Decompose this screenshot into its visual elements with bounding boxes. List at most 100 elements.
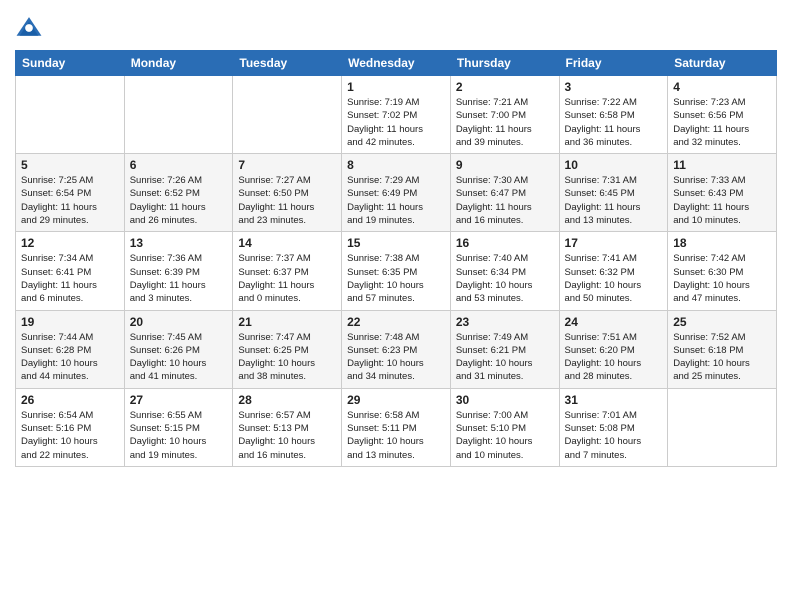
calendar-day-cell: 6Sunrise: 7:26 AM Sunset: 6:52 PM Daylig… bbox=[124, 154, 233, 232]
calendar-day-cell bbox=[16, 76, 125, 154]
calendar-day-cell: 16Sunrise: 7:40 AM Sunset: 6:34 PM Dayli… bbox=[450, 232, 559, 310]
day-number: 24 bbox=[565, 315, 663, 329]
day-number: 1 bbox=[347, 80, 445, 94]
day-info: Sunrise: 7:37 AM Sunset: 6:37 PM Dayligh… bbox=[238, 252, 336, 305]
calendar-day-cell: 22 Sunrise: 7:48 AM Sunset: 6:23 PM Dayli… bbox=[342, 310, 451, 388]
day-number: 14 bbox=[238, 236, 336, 250]
day-number: 27 bbox=[130, 393, 228, 407]
weekday-header-sunday: Sunday bbox=[16, 51, 125, 76]
day-number: 25 bbox=[673, 315, 771, 329]
calendar-day-cell: 28Sunrise: 6:57 AM Sunset: 5:13 PM Dayli… bbox=[233, 388, 342, 466]
day-info: Sunrise: 7:49 AM Sunset: 6:21 PM Dayligh… bbox=[456, 331, 554, 384]
calendar-day-cell: 3 Sunrise: 7:22 AM Sunset: 6:58 PM Daylig… bbox=[559, 76, 668, 154]
day-info: Sunrise: 7:33 AM Sunset: 6:43 PM Dayligh… bbox=[673, 174, 771, 227]
calendar-day-cell: 8 Sunrise: 7:29 AM Sunset: 6:49 PM Daylig… bbox=[342, 154, 451, 232]
day-number: 8 bbox=[347, 158, 445, 172]
weekday-header-monday: Monday bbox=[124, 51, 233, 76]
day-number: 15 bbox=[347, 236, 445, 250]
weekday-header-friday: Friday bbox=[559, 51, 668, 76]
day-number: 2 bbox=[456, 80, 554, 94]
calendar-day-cell: 4 Sunrise: 7:23 AM Sunset: 6:56 PM Daylig… bbox=[668, 76, 777, 154]
calendar-day-cell: 25 Sunrise: 7:52 AM Sunset: 6:18 PM Dayli… bbox=[668, 310, 777, 388]
calendar-day-cell: 27 Sunrise: 6:55 AM Sunset: 5:15 PM Dayli… bbox=[124, 388, 233, 466]
day-info: Sunrise: 7:34 AM Sunset: 6:41 PM Dayligh… bbox=[21, 252, 119, 305]
day-info: Sunrise: 7:30 AM Sunset: 6:47 PM Dayligh… bbox=[456, 174, 554, 227]
day-info: Sunrise: 7:51 AM Sunset: 6:20 PM Dayligh… bbox=[565, 331, 663, 384]
calendar-day-cell: 2 Sunrise: 7:21 AM Sunset: 7:00 PM Daylig… bbox=[450, 76, 559, 154]
calendar-day-cell: 1 Sunrise: 7:19 AM Sunset: 7:02 PM Daylig… bbox=[342, 76, 451, 154]
calendar-day-cell: 19Sunrise: 7:44 AM Sunset: 6:28 PM Dayli… bbox=[16, 310, 125, 388]
page-container: SundayMondayTuesdayWednesdayThursdayFrid… bbox=[0, 0, 792, 482]
day-info: Sunrise: 7:00 AM Sunset: 5:10 PM Dayligh… bbox=[456, 409, 554, 462]
calendar-day-cell: 26 Sunrise: 6:54 AM Sunset: 5:16 PM Dayli… bbox=[16, 388, 125, 466]
day-info: Sunrise: 7:36 AM Sunset: 6:39 PM Dayligh… bbox=[130, 252, 228, 305]
calendar-day-cell: 15 Sunrise: 7:38 AM Sunset: 6:35 PM Dayli… bbox=[342, 232, 451, 310]
day-number: 22 bbox=[347, 315, 445, 329]
day-number: 18 bbox=[673, 236, 771, 250]
day-info: Sunrise: 7:21 AM Sunset: 7:00 PM Dayligh… bbox=[456, 96, 554, 149]
weekday-header-tuesday: Tuesday bbox=[233, 51, 342, 76]
day-info: Sunrise: 7:44 AM Sunset: 6:28 PM Dayligh… bbox=[21, 331, 119, 384]
day-number: 17 bbox=[565, 236, 663, 250]
day-number: 20 bbox=[130, 315, 228, 329]
logo bbox=[15, 14, 47, 42]
calendar-day-cell: 14 Sunrise: 7:37 AM Sunset: 6:37 PM Dayli… bbox=[233, 232, 342, 310]
day-info: Sunrise: 7:42 AM Sunset: 6:30 PM Dayligh… bbox=[673, 252, 771, 305]
calendar-day-cell: 20Sunrise: 7:45 AM Sunset: 6:26 PM Dayli… bbox=[124, 310, 233, 388]
calendar-day-cell: 23 Sunrise: 7:49 AM Sunset: 6:21 PM Dayli… bbox=[450, 310, 559, 388]
day-info: Sunrise: 7:47 AM Sunset: 6:25 PM Dayligh… bbox=[238, 331, 336, 384]
calendar-day-cell: 12 Sunrise: 7:34 AM Sunset: 6:41 PM Dayli… bbox=[16, 232, 125, 310]
day-number: 28 bbox=[238, 393, 336, 407]
calendar-day-cell: 5Sunrise: 7:25 AM Sunset: 6:54 PM Daylig… bbox=[16, 154, 125, 232]
calendar-week-3: 12 Sunrise: 7:34 AM Sunset: 6:41 PM Dayli… bbox=[16, 232, 777, 310]
calendar-week-2: 5Sunrise: 7:25 AM Sunset: 6:54 PM Daylig… bbox=[16, 154, 777, 232]
calendar-day-cell: 10Sunrise: 7:31 AM Sunset: 6:45 PM Dayli… bbox=[559, 154, 668, 232]
calendar-day-cell: 11 Sunrise: 7:33 AM Sunset: 6:43 PM Dayli… bbox=[668, 154, 777, 232]
calendar-day-cell: 21 Sunrise: 7:47 AM Sunset: 6:25 PM Dayli… bbox=[233, 310, 342, 388]
calendar-week-4: 19Sunrise: 7:44 AM Sunset: 6:28 PM Dayli… bbox=[16, 310, 777, 388]
day-number: 12 bbox=[21, 236, 119, 250]
day-number: 26 bbox=[21, 393, 119, 407]
logo-icon bbox=[15, 14, 43, 42]
day-number: 7 bbox=[238, 158, 336, 172]
day-info: Sunrise: 7:22 AM Sunset: 6:58 PM Dayligh… bbox=[565, 96, 663, 149]
day-info: Sunrise: 7:41 AM Sunset: 6:32 PM Dayligh… bbox=[565, 252, 663, 305]
day-info: Sunrise: 7:25 AM Sunset: 6:54 PM Dayligh… bbox=[21, 174, 119, 227]
day-number: 23 bbox=[456, 315, 554, 329]
day-number: 3 bbox=[565, 80, 663, 94]
day-number: 6 bbox=[130, 158, 228, 172]
calendar-day-cell bbox=[124, 76, 233, 154]
day-number: 9 bbox=[456, 158, 554, 172]
calendar-day-cell: 13Sunrise: 7:36 AM Sunset: 6:39 PM Dayli… bbox=[124, 232, 233, 310]
calendar-day-cell: 7 Sunrise: 7:27 AM Sunset: 6:50 PM Daylig… bbox=[233, 154, 342, 232]
day-info: Sunrise: 7:19 AM Sunset: 7:02 PM Dayligh… bbox=[347, 96, 445, 149]
day-info: Sunrise: 7:23 AM Sunset: 6:56 PM Dayligh… bbox=[673, 96, 771, 149]
day-info: Sunrise: 7:01 AM Sunset: 5:08 PM Dayligh… bbox=[565, 409, 663, 462]
header bbox=[15, 10, 777, 42]
day-number: 30 bbox=[456, 393, 554, 407]
weekday-header-saturday: Saturday bbox=[668, 51, 777, 76]
day-number: 29 bbox=[347, 393, 445, 407]
weekday-header-thursday: Thursday bbox=[450, 51, 559, 76]
calendar-week-5: 26 Sunrise: 6:54 AM Sunset: 5:16 PM Dayli… bbox=[16, 388, 777, 466]
calendar-day-cell: 18 Sunrise: 7:42 AM Sunset: 6:30 PM Dayli… bbox=[668, 232, 777, 310]
day-info: Sunrise: 7:52 AM Sunset: 6:18 PM Dayligh… bbox=[673, 331, 771, 384]
day-info: Sunrise: 6:58 AM Sunset: 5:11 PM Dayligh… bbox=[347, 409, 445, 462]
calendar-day-cell: 29 Sunrise: 6:58 AM Sunset: 5:11 PM Dayli… bbox=[342, 388, 451, 466]
day-info: Sunrise: 7:38 AM Sunset: 6:35 PM Dayligh… bbox=[347, 252, 445, 305]
day-info: Sunrise: 6:55 AM Sunset: 5:15 PM Dayligh… bbox=[130, 409, 228, 462]
calendar-day-cell: 31Sunrise: 7:01 AM Sunset: 5:08 PM Dayli… bbox=[559, 388, 668, 466]
day-info: Sunrise: 7:27 AM Sunset: 6:50 PM Dayligh… bbox=[238, 174, 336, 227]
day-number: 10 bbox=[565, 158, 663, 172]
day-info: Sunrise: 7:48 AM Sunset: 6:23 PM Dayligh… bbox=[347, 331, 445, 384]
day-info: Sunrise: 6:54 AM Sunset: 5:16 PM Dayligh… bbox=[21, 409, 119, 462]
day-info: Sunrise: 7:29 AM Sunset: 6:49 PM Dayligh… bbox=[347, 174, 445, 227]
day-number: 11 bbox=[673, 158, 771, 172]
calendar-day-cell: 17 Sunrise: 7:41 AM Sunset: 6:32 PM Dayli… bbox=[559, 232, 668, 310]
day-number: 21 bbox=[238, 315, 336, 329]
calendar-day-cell: 30 Sunrise: 7:00 AM Sunset: 5:10 PM Dayli… bbox=[450, 388, 559, 466]
day-number: 4 bbox=[673, 80, 771, 94]
day-info: Sunrise: 7:40 AM Sunset: 6:34 PM Dayligh… bbox=[456, 252, 554, 305]
calendar-day-cell: 9 Sunrise: 7:30 AM Sunset: 6:47 PM Daylig… bbox=[450, 154, 559, 232]
weekday-header-wednesday: Wednesday bbox=[342, 51, 451, 76]
